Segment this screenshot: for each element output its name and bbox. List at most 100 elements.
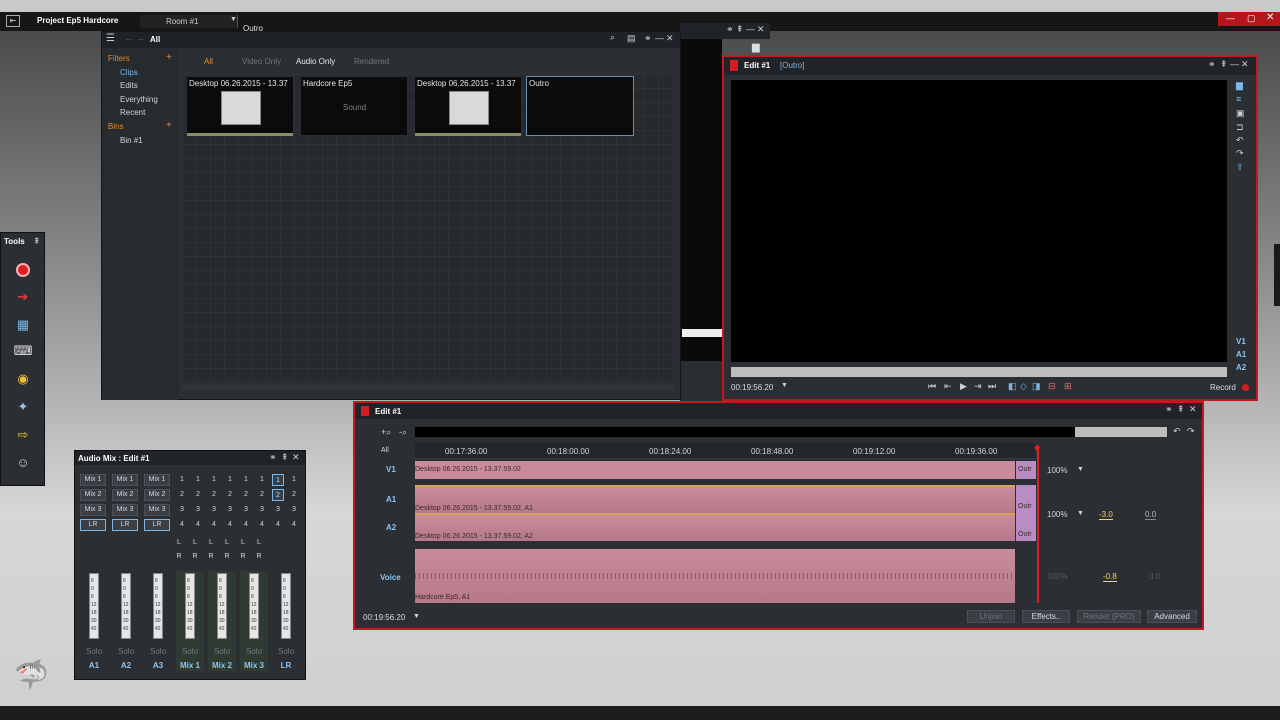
channel-route-number[interactable]: 4: [240, 519, 252, 531]
video-clip[interactable]: Desktop 06.26.2015 - 13.37.59.02: [415, 461, 1015, 479]
channel-route-number[interactable]: 2: [208, 489, 220, 501]
a-pan-value[interactable]: 0.0: [1145, 510, 1157, 520]
channel-route-number[interactable]: 4: [192, 519, 204, 531]
room-selector[interactable]: Room #1 ▼: [140, 15, 238, 28]
left-route[interactable]: L: [221, 537, 233, 549]
channel-route-number[interactable]: 2: [240, 489, 252, 501]
folder-icon[interactable]: ▆: [1236, 80, 1243, 91]
effects-tool-icon[interactable]: ✦: [11, 399, 35, 419]
sidebar-item-edits[interactable]: Edits: [120, 81, 138, 90]
channel-route-number[interactable]: 3: [208, 504, 220, 516]
record-tool-icon[interactable]: [11, 261, 35, 281]
mix-route-button[interactable]: LR: [80, 519, 106, 531]
channel-route-number[interactable]: 1: [192, 474, 204, 486]
close-icon[interactable]: ✕: [1189, 404, 1197, 415]
effects-button[interactable]: Effects..: [1022, 610, 1070, 623]
timeline-ruler[interactable]: 00:17:36.00 00:18:00.00 00:18:24.00 00:1…: [415, 443, 1035, 459]
folder-icon[interactable]: ▆: [752, 42, 760, 53]
clip-thumbnail[interactable]: Desktop 06.26.2015 - 13.37: [414, 76, 522, 136]
undo-icon[interactable]: ↶: [1236, 135, 1244, 146]
chevron-down-icon[interactable]: ▼: [1077, 510, 1084, 517]
right-route[interactable]: R: [189, 551, 201, 563]
mark-in-icon[interactable]: ◧: [1008, 381, 1017, 392]
track-label-voice[interactable]: Voice: [380, 573, 401, 582]
channel-route-number[interactable]: 2: [224, 489, 236, 501]
solo-button[interactable]: Solo: [86, 647, 102, 656]
solo-button[interactable]: Solo: [214, 647, 230, 656]
viewer-track-a2[interactable]: A2: [1236, 363, 1246, 372]
minimize-icon[interactable]: —: [1230, 59, 1239, 69]
video-preview[interactable]: [731, 80, 1227, 362]
mix-route-button[interactable]: Mix 2: [144, 489, 170, 501]
right-route[interactable]: R: [221, 551, 233, 563]
channel-route-number[interactable]: 4: [208, 519, 220, 531]
a-gain-value[interactable]: -3.0: [1099, 510, 1113, 520]
link-icon[interactable]: ⚭: [269, 452, 277, 463]
search-icon[interactable]: ⌕: [610, 32, 615, 43]
channel-route-number[interactable]: 4: [288, 519, 300, 531]
render-button[interactable]: Render (PRO): [1077, 610, 1141, 623]
channel-route-number[interactable]: 1: [256, 474, 268, 486]
chevron-down-icon[interactable]: ▼: [413, 613, 420, 620]
channel-route-number[interactable]: 3: [288, 504, 300, 516]
tab-rendered[interactable]: Rendered: [354, 57, 389, 66]
channel-route-number[interactable]: 3: [192, 504, 204, 516]
clock-tool-icon[interactable]: ◉: [11, 371, 35, 391]
volume-fader[interactable]: 6 0 6 12 18 30 42: [185, 573, 195, 639]
sidebar-item-clips[interactable]: Clips: [120, 68, 138, 77]
channel-route-number[interactable]: 4: [176, 519, 188, 531]
voice-clip[interactable]: Hardcore Ep5, A1: [415, 549, 1015, 603]
close-icon[interactable]: ✕: [666, 33, 674, 44]
library-scrollbar[interactable]: [182, 384, 674, 390]
solo-button[interactable]: Solo: [182, 647, 198, 656]
import-tool-icon[interactable]: ➔: [11, 289, 35, 309]
play-icon[interactable]: ▶: [960, 381, 967, 392]
all-tracks-label[interactable]: All: [381, 447, 389, 454]
timeline-overview-bar[interactable]: [415, 427, 1167, 437]
mix-route-button[interactable]: Mix 1: [144, 474, 170, 486]
sidebar-item-recent[interactable]: Recent: [120, 108, 145, 117]
tab-video-only[interactable]: Video Only: [242, 57, 281, 66]
breadcrumb[interactable]: All: [150, 35, 160, 44]
timeline-tool-icon[interactable]: ▦: [11, 317, 35, 337]
chevron-down-icon[interactable]: ▼: [781, 382, 788, 389]
undo-icon[interactable]: ↶: [1173, 426, 1181, 437]
chevron-down-icon[interactable]: ▼: [1077, 466, 1084, 473]
solo-button[interactable]: Solo: [246, 647, 262, 656]
link-icon[interactable]: ⚭: [644, 33, 652, 44]
advanced-button[interactable]: Advanced: [1147, 610, 1197, 623]
left-route[interactable]: L: [237, 537, 249, 549]
a-zoom-value[interactable]: 100%: [1047, 510, 1067, 519]
mix-route-button[interactable]: LR: [144, 519, 170, 531]
channel-route-number[interactable]: 1: [176, 474, 188, 486]
volume-fader[interactable]: 6 0 6 12 18 30 42: [89, 573, 99, 639]
left-route[interactable]: L: [205, 537, 217, 549]
channel-route-number[interactable]: 2: [272, 489, 284, 501]
audio-clip-a1[interactable]: Desktop 06.26.2015 - 13.37.59.02, A1: [415, 485, 1015, 513]
minimize-icon[interactable]: —: [1226, 13, 1235, 23]
keyboard-tool-icon[interactable]: ⌨: [11, 343, 35, 363]
link-icon[interactable]: ⚭: [726, 24, 734, 35]
screen-icon[interactable]: ▣: [1236, 108, 1245, 119]
viewer-timecode[interactable]: 00:19:56.20: [731, 383, 773, 392]
close-icon[interactable]: ✕: [1266, 12, 1274, 23]
pin-icon[interactable]: ⇞: [1177, 404, 1185, 415]
solo-button[interactable]: Solo: [118, 647, 134, 656]
record-dot-icon[interactable]: [1242, 384, 1249, 391]
outro-audio-clip[interactable]: Outr Outr: [1016, 485, 1036, 541]
step-forward-icon[interactable]: ⇥: [974, 381, 982, 392]
right-route[interactable]: R: [173, 551, 185, 563]
mark-out-icon[interactable]: ◨: [1032, 381, 1041, 392]
clip-insert-icon[interactable]: ⊟: [1048, 381, 1056, 392]
mix-route-button[interactable]: Mix 1: [112, 474, 138, 486]
forward-arrow-icon[interactable]: →: [136, 33, 145, 43]
link-icon[interactable]: ⚭: [1165, 404, 1173, 415]
pin-icon[interactable]: ⇞: [281, 452, 289, 463]
link-icon[interactable]: ⚭: [1208, 59, 1216, 70]
right-route[interactable]: R: [205, 551, 217, 563]
mix-route-button[interactable]: Mix 2: [80, 489, 106, 501]
mark-clear-icon[interactable]: ◇: [1020, 381, 1027, 392]
track-label-a2[interactable]: A2: [386, 523, 396, 532]
left-route[interactable]: L: [189, 537, 201, 549]
close-icon[interactable]: ✕: [757, 24, 765, 35]
